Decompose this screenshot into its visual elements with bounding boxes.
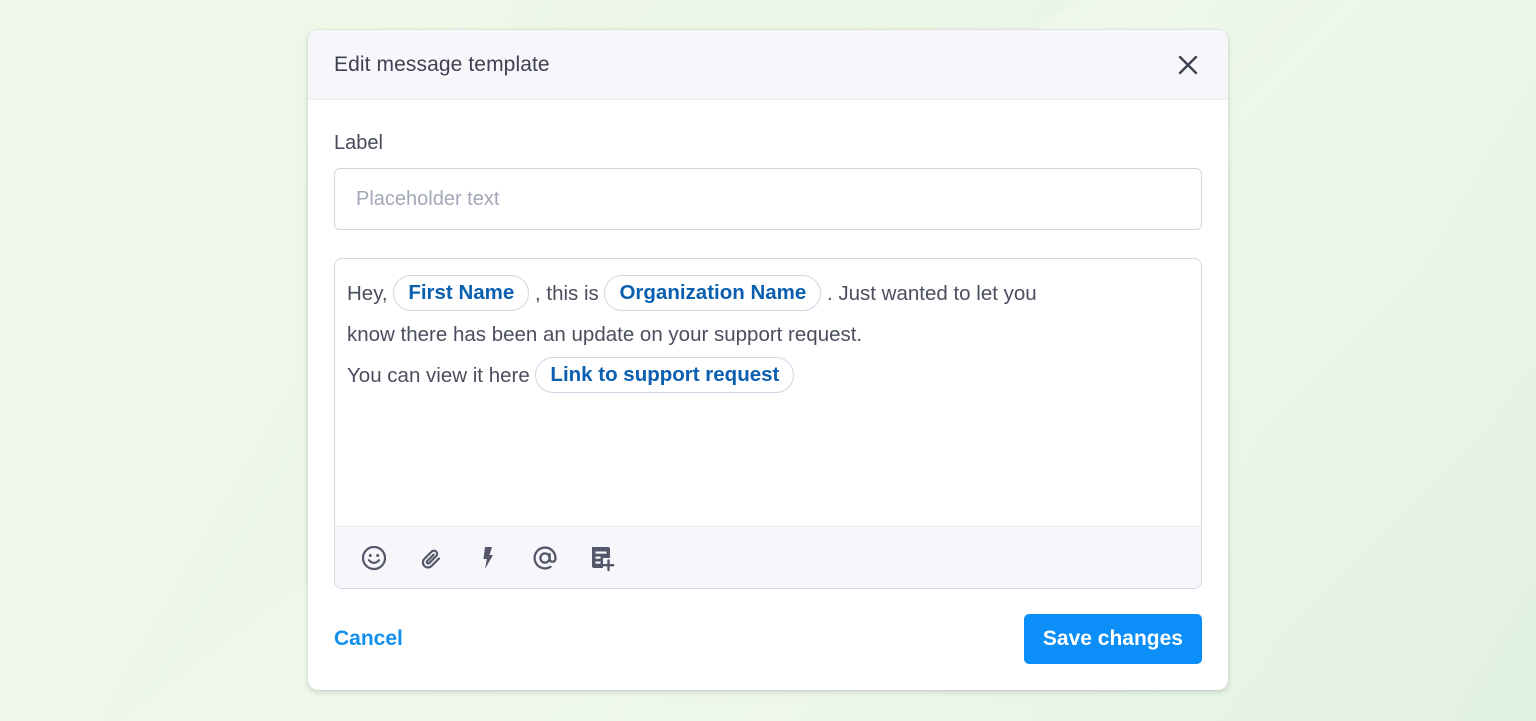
modal-header: Edit message template xyxy=(308,30,1228,100)
field-label: Label xyxy=(334,132,383,154)
attach-button[interactable] xyxy=(417,544,445,572)
variable-chip-support-link[interactable]: Link to support request xyxy=(535,356,795,393)
quick-action-button[interactable] xyxy=(474,544,502,572)
bolt-icon xyxy=(483,546,493,569)
close-button[interactable] xyxy=(1174,51,1202,79)
modal-title: Edit message template xyxy=(334,52,550,76)
emoji-button[interactable] xyxy=(360,544,388,572)
emoji-icon xyxy=(361,545,387,570)
editor-line-2: know there has been an update on your su… xyxy=(347,314,1189,355)
label-input[interactable] xyxy=(334,168,1202,230)
mention-icon xyxy=(533,545,557,570)
close-icon xyxy=(1178,55,1198,74)
editor-text: You can view it here xyxy=(347,364,536,387)
modal-body: Label Hey, First Name , this is Organiza… xyxy=(308,131,1228,589)
attachment-icon xyxy=(421,549,441,569)
variable-chip-organization-name[interactable]: Organization Name xyxy=(604,274,822,311)
editor-text: Hey, xyxy=(347,282,394,305)
editor-text: know there has been an update on your su… xyxy=(347,323,863,346)
template-add-icon xyxy=(592,546,615,571)
editor-text: , this is xyxy=(529,282,605,305)
save-changes-button[interactable]: Save changes xyxy=(1023,614,1202,664)
message-editor[interactable]: Hey, First Name , this is Organization N… xyxy=(334,258,1202,589)
insert-template-button[interactable] xyxy=(588,544,616,572)
edit-template-modal: Edit message template Label Hey, First N… xyxy=(308,30,1228,690)
cancel-button[interactable]: Cancel xyxy=(334,627,403,651)
editor-line-1: Hey, First Name , this is Organization N… xyxy=(347,273,1189,314)
editor-toolbar xyxy=(335,526,1201,588)
variable-chip-first-name[interactable]: First Name xyxy=(393,274,530,311)
editor-text: . Just wanted to let you xyxy=(821,282,1037,305)
editor-line-3: You can view it here Link to support req… xyxy=(347,355,1189,396)
modal-footer: Cancel Save changes xyxy=(334,614,1202,664)
mention-button[interactable] xyxy=(531,544,559,572)
editor-content[interactable]: Hey, First Name , this is Organization N… xyxy=(335,259,1201,526)
